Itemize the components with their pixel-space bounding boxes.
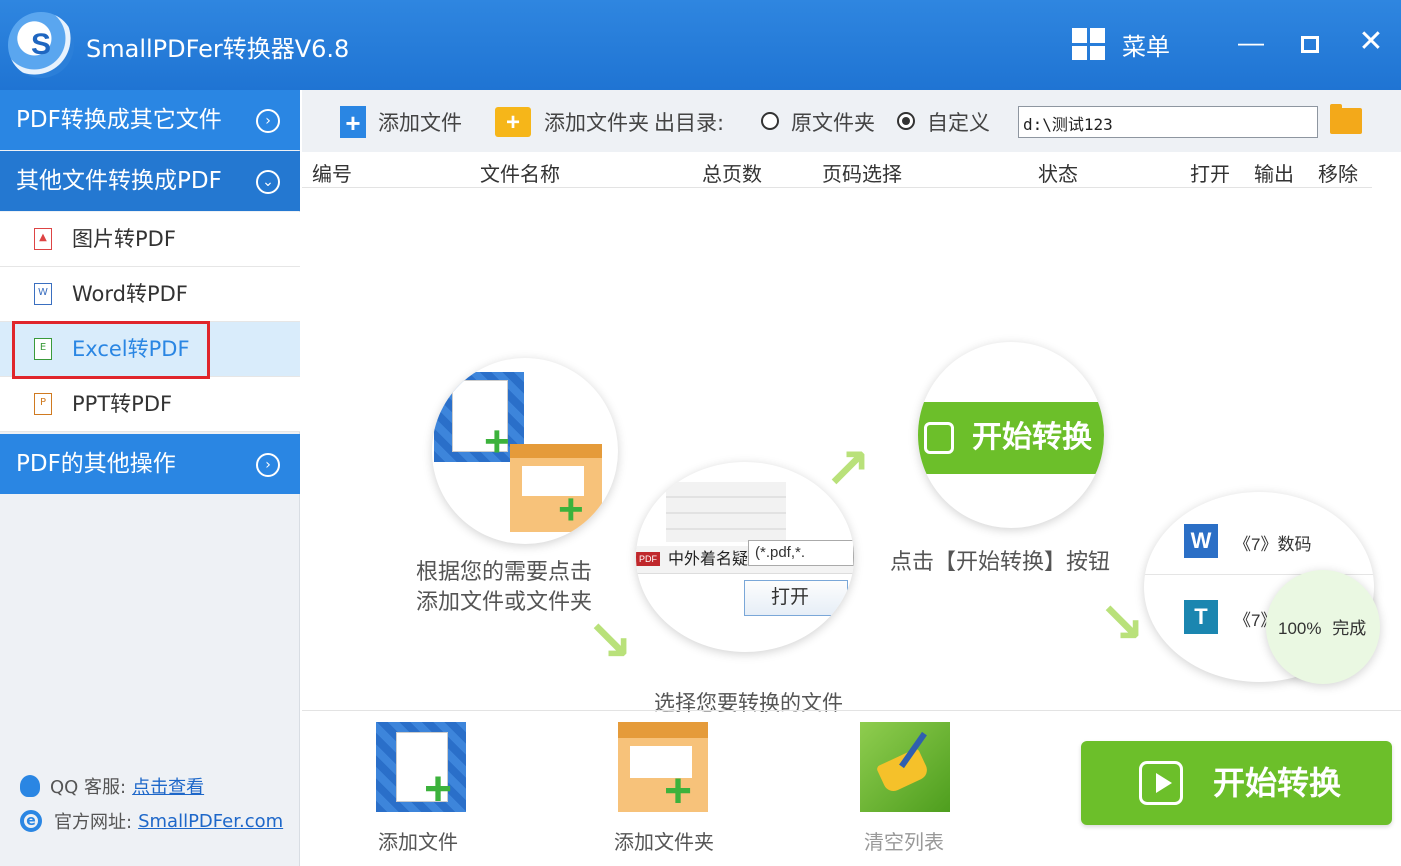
image-file-icon: ▲	[34, 228, 52, 250]
browse-folder-icon[interactable]	[1330, 104, 1362, 134]
sidebar-item-label: 图片转PDF	[72, 227, 176, 251]
qq-icon	[20, 775, 40, 797]
menu-label: 菜单	[1122, 32, 1170, 61]
clear-list-label[interactable]: 清空列表	[864, 826, 944, 855]
qq-link[interactable]: 点击查看	[132, 773, 204, 799]
sidebar-section-other-to-pdf[interactable]: 其他文件转换成PDF ⌄	[0, 151, 300, 211]
bottom-add-folder-label[interactable]: 添加文件夹	[614, 826, 714, 855]
progress-bubble: 100% 完成	[1266, 570, 1380, 684]
dialog-file-name: 中外着名疑	[668, 551, 749, 568]
sidebar-item-label: Word转PDF	[72, 282, 188, 306]
sidebar-item-word-to-pdf[interactable]: W Word转PDF	[0, 267, 300, 322]
add-file-label: 添加文件	[378, 111, 462, 135]
play-icon	[1139, 761, 1183, 805]
maximize-icon	[1301, 35, 1319, 53]
guide-step1-line1: 根据您的需要点击	[416, 560, 593, 585]
clear-list-broom-icon[interactable]	[860, 722, 950, 812]
minimize-button[interactable]: —	[1231, 22, 1271, 62]
bottom-add-file-icon[interactable]: +	[376, 722, 466, 814]
official-site: e 官方网址: SmallPDFer.com	[20, 808, 283, 834]
site-label: 官方网址:	[54, 812, 133, 833]
app-title: SmallPDFer转换器V6.8	[86, 35, 350, 63]
column-header: 页码选择	[822, 162, 902, 186]
column-header: 状态	[1038, 162, 1078, 186]
start-convert-label: 开始转换	[1213, 764, 1342, 802]
sidebar-section-label: PDF转换成其它文件	[16, 107, 222, 133]
sidebar-item-ppt-to-pdf[interactable]: P PPT转PDF	[0, 377, 300, 432]
radio-original-label: 原文件夹	[791, 111, 875, 135]
text-file-icon: T	[1184, 600, 1218, 634]
app-logo-icon: S	[8, 12, 74, 78]
bottom-add-file-label[interactable]: 添加文件	[378, 826, 458, 855]
grid-menu-icon	[1072, 28, 1105, 60]
highlight-box	[12, 321, 210, 379]
radio-custom[interactable]	[897, 112, 915, 130]
output-dir-label: 出目录:	[654, 111, 725, 135]
guide-add-files-bubble: + +	[432, 358, 618, 544]
guide-step1-line2: 添加文件或文件夹	[416, 590, 593, 615]
sidebar-item-image-to-pdf[interactable]: ▲ 图片转PDF	[0, 212, 300, 267]
close-button[interactable]: ✕	[1351, 22, 1391, 62]
progress-text: 100% 完成	[1278, 614, 1366, 639]
guide-step1-text: 根据您的需要点击 添加文件或文件夹	[416, 558, 592, 618]
bottom-add-folder-icon[interactable]: +	[618, 722, 708, 816]
arrow-icon: ↘	[1098, 591, 1145, 654]
folder-icon: +	[510, 444, 602, 532]
start-preview-label: 开始转换	[972, 421, 1092, 454]
start-convert-button[interactable]: 开始转换	[1081, 741, 1392, 825]
menu-button[interactable]: 菜单	[1072, 26, 1170, 62]
title-bar: S SmallPDFer转换器V6.8 菜单 — ✕	[0, 0, 1401, 90]
add-file-icon: +	[340, 106, 366, 138]
sidebar-section-label: PDF的其他操作	[16, 451, 176, 477]
word-icon: W	[1184, 524, 1218, 558]
chevron-right-icon: ›	[256, 109, 280, 133]
progress-value: 100%	[1278, 619, 1322, 638]
bottom-divider	[302, 710, 1401, 711]
sidebar-section-pdf-to-other[interactable]: PDF转换成其它文件 ›	[0, 90, 300, 150]
chevron-right-icon: ›	[256, 453, 280, 477]
qq-support: QQ 客服: 点击查看	[20, 773, 204, 799]
column-header: 打开	[1190, 162, 1230, 186]
column-header: 输出	[1254, 162, 1294, 186]
add-folder-label: 添加文件夹	[544, 111, 649, 135]
arrow-icon: ↘	[586, 609, 633, 672]
ppt-file-icon: P	[34, 393, 52, 415]
guide-step2-text: 选择您要转换的文件	[654, 691, 843, 715]
column-header: 编号	[312, 162, 352, 186]
radio-original-folder[interactable]	[761, 112, 779, 130]
add-folder-icon: +	[495, 107, 531, 137]
toolbar: + 添加文件 + 添加文件夹 出目录: 原文件夹 自定义 d:\测试123	[302, 90, 1401, 152]
guide-start-bubble: 开始转换	[918, 342, 1104, 528]
browser-icon: e	[20, 810, 42, 832]
arrow-icon: ↗	[824, 437, 871, 500]
column-header: 文件名称	[480, 162, 560, 186]
column-header: 移除	[1318, 162, 1358, 186]
file-table-header: 编号 文件名称 总页数 页码选择 状态 打开 输出 移除	[302, 152, 1372, 188]
sidebar: PDF转换成其它文件 › 其他文件转换成PDF ⌄ ▲ 图片转PDF W Wor…	[0, 90, 300, 866]
sidebar-item-label: PPT转PDF	[72, 392, 173, 416]
dialog-open-button: 打开	[744, 580, 848, 616]
guide-select-file-bubble: 中外着名疑 PDF (*.pdf,*. 打开	[636, 462, 854, 652]
maximize-button[interactable]	[1290, 22, 1330, 62]
guide-step3-text: 点击【开始转换】按钮	[890, 550, 1111, 575]
output-path-input[interactable]: d:\测试123	[1018, 106, 1318, 138]
radio-custom-label: 自定义	[927, 111, 990, 135]
progress-status: 完成	[1332, 619, 1367, 638]
column-header: 总页数	[702, 162, 762, 186]
pdf-icon: PDF	[636, 552, 660, 566]
sidebar-section-label: 其他文件转换成PDF	[16, 168, 222, 194]
start-button-preview: 开始转换	[918, 402, 1104, 474]
qq-label: QQ 客服:	[50, 777, 127, 798]
sidebar-section-pdf-other-ops[interactable]: PDF的其他操作 ›	[0, 434, 300, 494]
chevron-down-icon: ⌄	[256, 170, 280, 194]
play-icon	[924, 422, 954, 454]
word-file-icon: W	[34, 283, 52, 305]
dialog-filter: (*.pdf,*.	[748, 540, 854, 566]
site-link[interactable]: SmallPDFer.com	[138, 811, 283, 832]
result-row1: 《7》数码	[1234, 535, 1312, 554]
